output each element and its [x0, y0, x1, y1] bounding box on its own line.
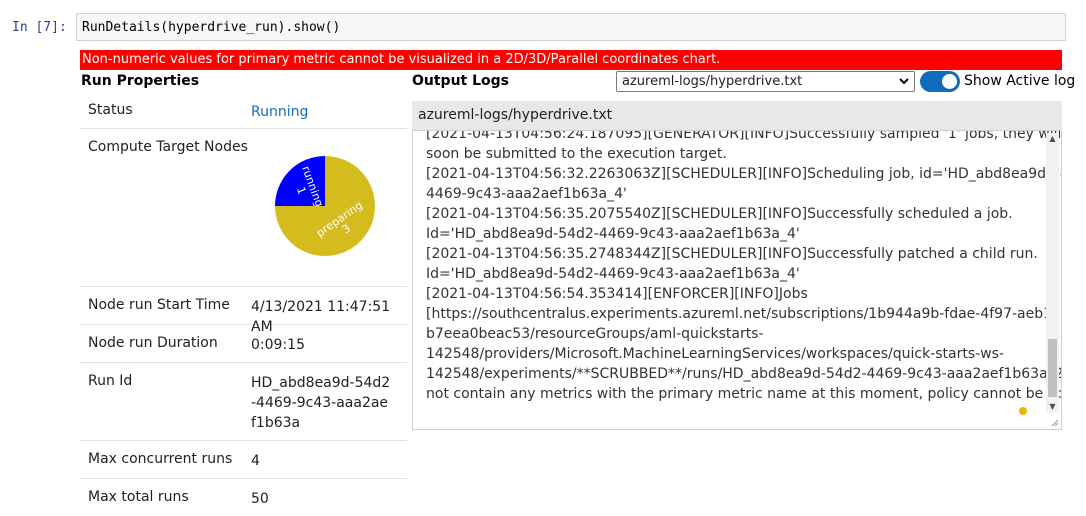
scrollbar-thumb[interactable] — [1048, 339, 1057, 397]
log-line: 142548/providers/Microsoft.MachineLearni… — [426, 346, 1005, 362]
error-banner: Non-numeric values for primary metric ca… — [80, 50, 1062, 70]
cell-prompt: In [7]: — [12, 20, 67, 35]
output-logs-title: Output Logs — [412, 73, 510, 89]
run-id-value: HD_abd8ea9d-54d2-4469-9c43-aaa2aef1b63a — [251, 375, 391, 431]
resize-grip-icon[interactable] — [1049, 417, 1059, 427]
property-key: Max concurrent runs — [88, 451, 233, 467]
show-active-log-label: Show Active log — [964, 73, 1076, 89]
property-row-duration: Node run Duration 0:09:15 — [80, 325, 407, 363]
log-file-dropdown[interactable]: azureml-logs/hyperdrive.txt — [616, 71, 915, 92]
log-line: [2021-04-13T04:56:35.2075540Z][SCHEDULER… — [426, 206, 1013, 222]
log-line: not contain any metrics with the primary… — [426, 386, 1062, 402]
property-value: 50 — [251, 491, 269, 507]
log-line: Id='HD_abd8ea9d-54d2-4469-9c43-aaa2aef1b… — [426, 226, 800, 242]
property-row-max-concurrent-runs: Max concurrent runs 4 — [80, 441, 407, 479]
log-line: soon be submitted to the execution targe… — [426, 146, 727, 162]
run-properties-table: Status Running Compute Target Nodes runn… — [80, 92, 407, 516]
log-line: [2021-04-13T04:56:54.353414][ENFORCER][I… — [426, 286, 808, 302]
property-key: Compute Target Nodes — [88, 139, 248, 155]
chevron-down-icon — [898, 72, 910, 94]
property-row-compute-target-nodes: Compute Target Nodes running1 preparing3 — [80, 129, 407, 287]
log-lines: [2021-04-13T04:56:24.187095][GENERATOR][… — [426, 130, 1062, 404]
property-key: Max total runs — [88, 489, 189, 505]
property-key: Status — [88, 102, 133, 118]
property-key: Node run Start Time — [88, 297, 230, 313]
property-row-start-time: Node run Start Time 4/13/2021 11:47:51 A… — [80, 287, 407, 335]
property-value: 4 — [251, 453, 260, 469]
log-file-selected: azureml-logs/hyperdrive.txt — [622, 74, 803, 89]
property-row-status: Status Running — [80, 92, 407, 129]
scroll-down-arrow-icon[interactable]: ▼ — [1046, 401, 1059, 413]
activity-indicator-icon — [1019, 407, 1027, 415]
log-line: b7eea0beac53/resourceGroups/aml-quicksta… — [426, 326, 764, 342]
property-row-run-id: Run Id HD_abd8ea9d-54d2-4469-9c43-aaa2ae… — [80, 363, 407, 441]
log-line: [2021-04-13T04:56:35.2748344Z][SCHEDULER… — [426, 246, 1038, 262]
log-file-header: azureml-logs/hyperdrive.txt — [412, 101, 1062, 130]
log-line: Id='HD_abd8ea9d-54d2-4469-9c43-aaa2aef1b… — [426, 266, 800, 282]
scroll-up-arrow-icon[interactable]: ▲ — [1046, 133, 1059, 145]
status-value: Running — [251, 104, 309, 120]
log-line: 142548/experiments/**SCRUBBED**/runs/HD_… — [426, 366, 1062, 382]
property-row-max-total-runs: Max total runs 50 — [80, 479, 407, 516]
code-cell-input[interactable]: RunDetails(hyperdrive_run).show() — [76, 13, 1066, 41]
property-key: Run Id — [88, 373, 133, 389]
show-active-log-toggle[interactable] — [920, 71, 960, 92]
log-line: [2021-04-13T04:56:24.187095][GENERATOR][… — [426, 130, 1062, 142]
property-value: 0:09:15 — [251, 337, 305, 353]
run-properties-title: Run Properties — [81, 73, 200, 89]
log-line: [https://southcentralus.experiments.azur… — [426, 306, 1058, 322]
log-line: 4469-9c43-aaa2aef1b63a_4' — [426, 186, 627, 202]
node-status-pie-chart: running1preparing3 — [275, 156, 375, 256]
log-scrollbar[interactable]: ▲ ▼ — [1046, 133, 1059, 413]
code-text: RunDetails(hyperdrive_run).show() — [82, 20, 341, 35]
property-key: Node run Duration — [88, 335, 218, 351]
log-line: [2021-04-13T04:56:32.2263063Z][SCHEDULER… — [426, 166, 1062, 182]
toggle-knob — [942, 74, 957, 89]
log-output-area[interactable]: [2021-04-13T04:56:24.187095][GENERATOR][… — [412, 130, 1062, 430]
